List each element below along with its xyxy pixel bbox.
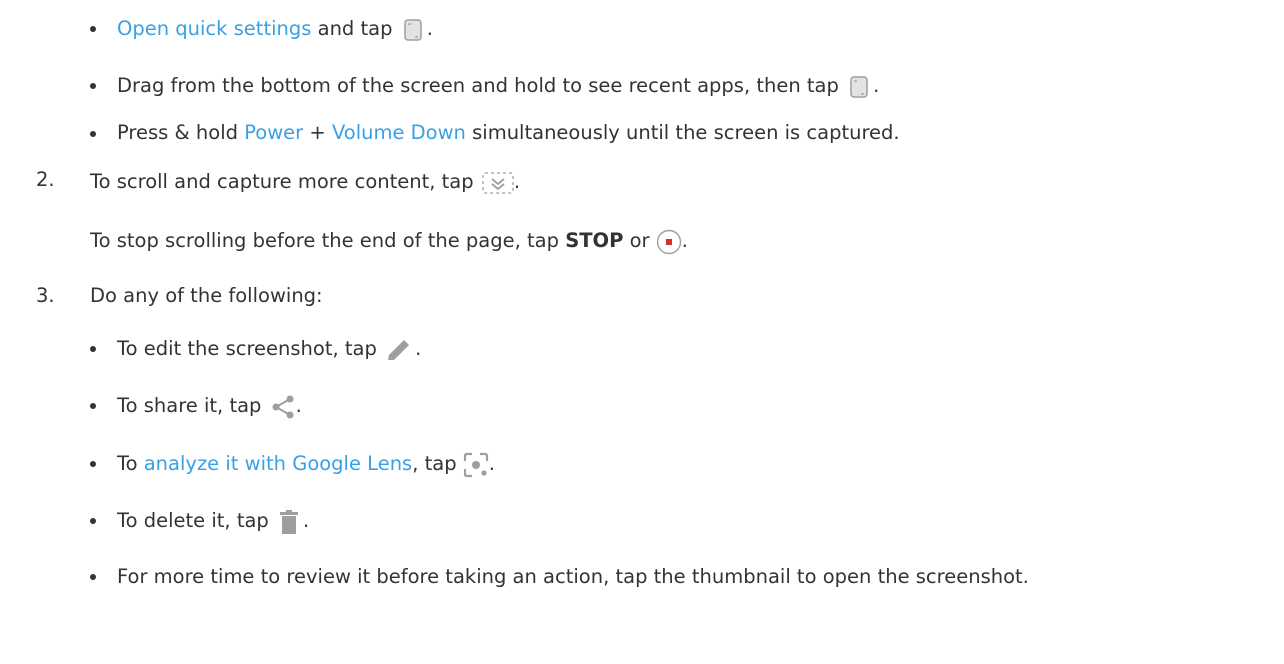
bullet [90,346,96,352]
open-quick-settings-link[interactable]: Open quick settings [117,17,311,40]
volume-down-link[interactable]: Volume Down [332,121,466,144]
step-number: 3. [36,284,55,307]
bullet [90,403,96,409]
list-item-text: and tap [311,17,399,40]
step-3-text: Do any of the following: [90,284,323,307]
stop-label: STOP [565,229,624,252]
edit-pencil-icon [385,338,415,362]
list-item-quick-settings: Open quick settings and tap . [117,17,433,41]
bullet [90,461,96,467]
step-2-text: To scroll and capture more content, tap … [90,170,521,195]
google-lens-icon [463,452,489,478]
trash-icon [277,509,301,535]
list-item-google-lens: To analyze it with Google Lens, tap . [117,450,495,478]
list-item-share: To share it, tap . [117,394,302,419]
screenshot-icon [849,75,869,98]
stop-record-icon [656,229,682,255]
share-icon [270,395,296,419]
analyze-google-lens-link[interactable]: analyze it with Google Lens [144,452,412,475]
list-item-delete: To delete it, tap . [117,507,309,535]
list-item-power-volume: Press & hold Power + Volume Down simulta… [117,121,900,144]
bullet [90,83,96,89]
list-item-edit: To edit the screenshot, tap . [117,337,422,362]
list-item-drag-recent-apps: Drag from the bottom of the screen and h… [117,74,880,98]
screenshot-icon [403,18,423,41]
list-item-review-thumbnail: For more time to review it before taking… [117,565,1029,588]
bullet [90,131,96,137]
power-link[interactable]: Power [244,121,303,144]
bullet [90,574,96,580]
step-2-stop-text: To stop scrolling before the end of the … [90,227,688,255]
bullet [90,26,96,32]
step-number: 2. [36,168,55,191]
scroll-capture-icon [482,171,514,195]
list-item-text: Drag from the bottom of the screen and h… [117,74,846,97]
bullet [90,518,96,524]
